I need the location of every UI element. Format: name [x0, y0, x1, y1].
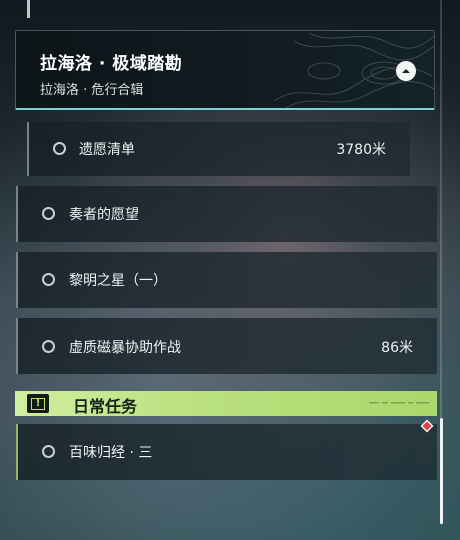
quest-name: 遗愿清单 [79, 142, 135, 158]
quest-status-circle-icon [42, 207, 55, 220]
quest-distance: 3780米 [336, 142, 386, 158]
diamond-marker-icon [420, 419, 434, 433]
daily-tasks-title: 日常任务 [73, 397, 138, 416]
header-decoration [369, 402, 429, 404]
chevron-up-icon [402, 69, 410, 73]
region-title: 拉海洛 · 极域踏勘 [40, 54, 183, 74]
region-header-card[interactable]: 拉海洛 · 极域踏勘 拉海洛 · 危行合辑 [15, 30, 435, 110]
quest-item[interactable]: 奏者的愿望 [16, 186, 437, 242]
quest-status-circle-icon [42, 273, 55, 286]
quest-name: 百味归经 · 三 [69, 445, 153, 461]
quest-status-circle-icon [53, 142, 66, 155]
quest-item[interactable]: 黎明之星（一） [16, 252, 437, 308]
quest-distance: 86米 [381, 340, 413, 356]
quest-status-circle-icon [42, 340, 55, 353]
quest-name: 黎明之星（一） [69, 273, 167, 289]
alert-square-icon: ! [27, 394, 49, 413]
daily-tasks-header[interactable]: ! 日常任务 [15, 391, 437, 416]
scrollbar-thumb[interactable] [440, 418, 443, 524]
quest-name: 虚质磁暴协助作战 [69, 340, 181, 356]
quest-item[interactable]: 虚质磁暴协助作战 86米 [16, 318, 437, 374]
daily-quest-item[interactable]: 百味归经 · 三 [16, 424, 437, 480]
quest-name: 奏者的愿望 [69, 207, 139, 223]
list-connector-line [27, 0, 30, 18]
collapse-button[interactable] [396, 61, 416, 81]
quest-status-circle-icon [42, 445, 55, 458]
region-subtitle: 拉海洛 · 危行合辑 [40, 83, 144, 98]
quest-item[interactable]: 遗愿清单 3780米 [27, 122, 410, 176]
